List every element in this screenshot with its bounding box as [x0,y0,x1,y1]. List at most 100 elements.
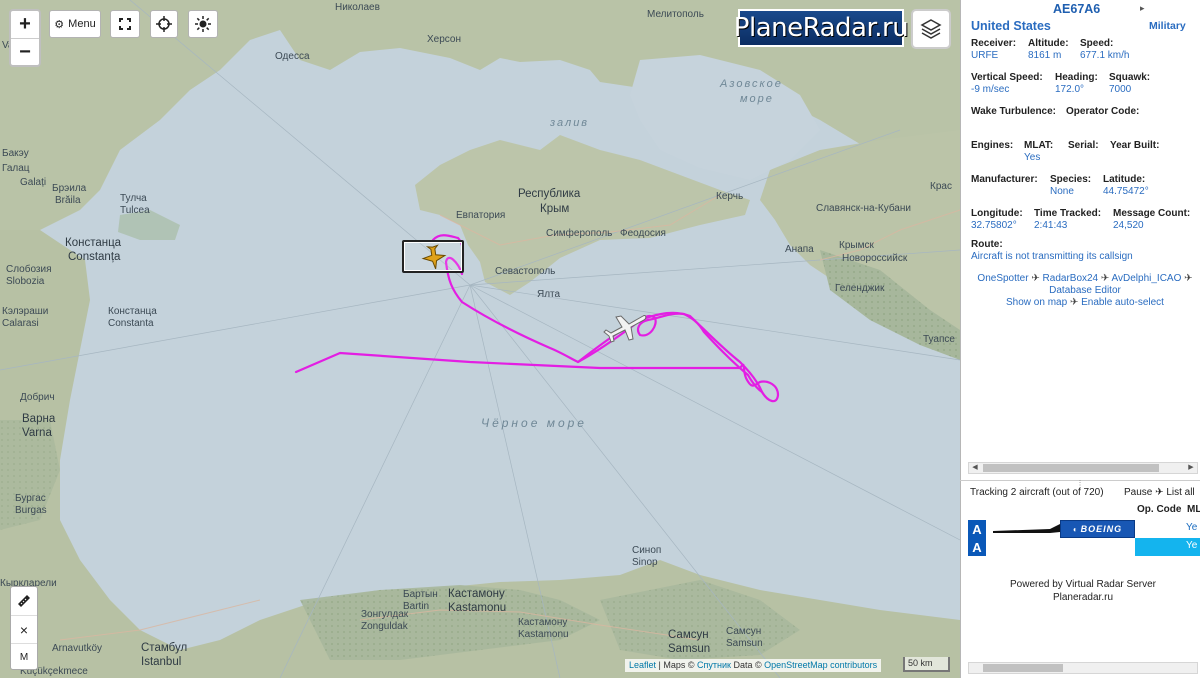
menu-button[interactable]: ⚙ Menu [49,10,101,38]
m-button[interactable]: M [11,643,37,671]
scroll-thumb[interactable] [983,464,1159,472]
field-receiver: Receiver: URFE [971,38,1017,61]
map-label: Бакэу [2,148,29,159]
layers-button[interactable] [911,9,951,49]
map-label: Слобозия [6,264,52,275]
ruler-icon [18,595,30,607]
expand-icon[interactable]: ▸ [1140,3,1145,14]
database-editor-link[interactable]: Database Editor [1049,285,1121,296]
fullscreen-icon [119,18,131,30]
auto-select-link[interactable]: Enable auto-select [1081,297,1164,308]
map-label: Galați [20,177,47,188]
map-label: Симферополь [546,228,613,239]
table-row[interactable]: A ◐ BOEING Ye [968,520,1200,538]
map-label: Варна [22,413,56,425]
map-label: Samsun [726,638,763,649]
map-label: Tulcea [120,205,150,216]
table-row[interactable]: A Ye [968,538,1200,556]
zoom-control: + − [9,9,41,67]
scroll-thumb[interactable] [983,664,1063,672]
plane-icon: ✈ [1100,273,1110,284]
field-operator: Operator Code: [1066,106,1140,117]
panel-splitter[interactable]: ⋮ [960,480,1200,487]
country: United States [971,19,1051,33]
osm-link[interactable]: OpenStreetMap contributors [764,660,877,670]
map-label: Чёрное море [481,416,587,430]
field-route: Route: Aircraft is not transmitting its c… [971,239,1133,262]
clear-button[interactable]: × [11,615,37,643]
fullscreen-button[interactable] [110,10,140,38]
scroll-right-icon[interactable]: ▶ [1185,463,1197,473]
map-label: Констанца [65,237,122,249]
pause-link[interactable]: Pause [1124,487,1152,498]
map-label: Николаев [335,2,380,13]
plane-icon: ✈ [1069,297,1079,308]
logo-text: PlaneRadar.ru [733,13,909,43]
radarbox-link[interactable]: RadarBox24 [1043,273,1099,284]
show-on-map-link[interactable]: Show on map [1006,297,1067,308]
row-badge: A [968,520,986,538]
map-label: залив [550,117,590,129]
operator-logo-text: BOEING [1080,524,1123,534]
map-label: Мелитополь [647,9,704,20]
zoom-out-button[interactable]: − [11,38,39,65]
map-label: Республика [518,188,581,200]
map-label: Slobozia [6,276,45,287]
field-longitude: Longitude: 32.75802° [971,208,1023,231]
map-label: Ялта [537,289,561,300]
selected-aircraft-marker[interactable] [402,240,464,273]
measure-toolbar: × M [10,586,38,670]
map-label: Севастополь [495,266,556,277]
operator-logo: ◐ BOEING [1060,520,1135,538]
field-altitude: Altitude: 8161 m [1028,38,1069,61]
field-wake: Wake Turbulence: [971,106,1057,117]
map-label: Brăila [55,195,81,206]
map-label: Samsun [668,643,711,655]
map-attribution: Leaflet | Maps © Спутник Data © OpenStre… [625,659,882,672]
map-basemap [0,0,960,678]
map-label: Бургас [15,493,46,504]
planeradar-logo[interactable]: PlaneRadar.ru [734,9,909,47]
map-label: Крым [540,203,570,215]
zoom-in-button[interactable]: + [11,11,39,38]
map-label: Arnavutköy [52,643,103,654]
military-flag: Military [1149,20,1186,32]
col-op-code[interactable]: Op. Code [1137,504,1181,515]
map-label: Sinop [632,557,658,568]
detail-scrollbar[interactable]: ◀ ▶ [968,462,1198,474]
center-button[interactable] [150,10,178,38]
aircraft-white-icon[interactable] [603,306,647,344]
scroll-left-icon[interactable]: ◀ [969,463,981,473]
powered-by: Powered by Virtual Radar Server [1010,579,1156,590]
field-vspeed: Vertical Speed: -9 m/sec [971,72,1043,95]
map-label: Кэлэраши [2,306,49,317]
map-label: море [740,93,774,105]
table-header: Op. Code ML [1137,504,1200,515]
footer: Powered by Virtual Radar Server Planerad… [960,578,1200,604]
map-label: Феодосия [620,228,666,239]
boeing-icon: ◐ [1072,524,1078,534]
site-name: Planeradar.ru [1052,592,1114,603]
app: Николаев Мелитополь Одесса Херсон Азовск… [0,0,1200,678]
map-label: Одесса [275,51,310,62]
field-engines: Engines: [971,140,1014,151]
map-label: Керчь [716,191,744,202]
brightness-button[interactable] [188,10,218,38]
map-label: Varna [22,427,52,439]
ruler-button[interactable] [11,587,37,615]
onespotter-link[interactable]: OneSpotter [977,273,1028,284]
map-label: Херсон [427,34,461,45]
avdelphi-link[interactable]: AvDelphi_ICAO [1112,273,1182,284]
sputnik-link[interactable]: Спутник [697,660,731,670]
col-mlat[interactable]: ML [1187,504,1200,515]
leaflet-link[interactable]: Leaflet [629,660,656,670]
map-view[interactable]: Николаев Мелитополь Одесса Херсон Азовск… [0,0,960,678]
map-label: Зонгулдак [361,609,409,620]
list-all-link[interactable]: List all [1166,487,1194,498]
aircraft-yellow-icon [421,244,447,270]
list-scrollbar[interactable] [968,662,1198,674]
field-serial: Serial: [1068,140,1099,151]
tracking-count: Tracking 2 aircraft (out of 720) [970,487,1104,498]
map-label: Геленджик [835,283,885,294]
map-label: Анапа [785,244,814,255]
